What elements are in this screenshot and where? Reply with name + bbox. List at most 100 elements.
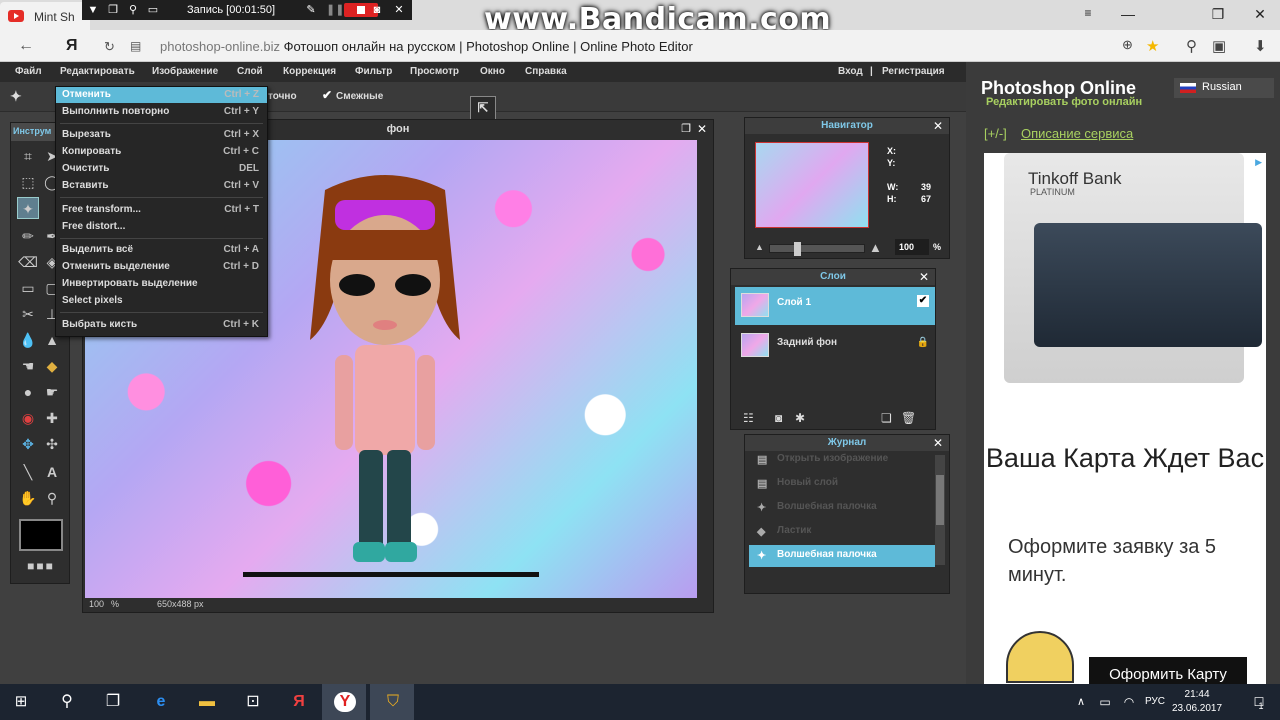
recorder-pause-icon[interactable]: ❚❚ (326, 3, 344, 17)
maximize-icon[interactable]: ❐ (1208, 6, 1228, 23)
recorder-menu-icon[interactable]: ▼ (86, 3, 100, 17)
register-link[interactable]: Регистрация (882, 66, 945, 77)
menu-item-invert-selection[interactable]: Инвертировать выделение (56, 276, 267, 292)
canvas-maximize-icon[interactable]: ❐ (681, 122, 691, 135)
advertisement[interactable]: Tinkoff Bank PLATINUM ▶ Ваша Карта Ждет … (984, 153, 1266, 693)
menu-item-free-distort[interactable]: Free distort... (56, 219, 267, 235)
gradient-tool-icon[interactable]: ▭ (17, 277, 39, 299)
search-icon[interactable]: ⚲ (1186, 37, 1197, 55)
layers-close-icon[interactable]: ✕ (919, 270, 929, 284)
zoom-tool-icon[interactable]: ⚲ (41, 487, 63, 509)
layer-effects-icon[interactable]: ✱ (795, 411, 805, 425)
yandex-icon[interactable]: Я (66, 37, 78, 55)
delete-layer-icon[interactable]: 🗑 (901, 411, 916, 425)
site-info-icon[interactable]: ▤ (130, 39, 141, 53)
keyboard-language[interactable]: РУС (1140, 692, 1170, 712)
blur-tool-icon[interactable]: 💧 (17, 329, 39, 351)
service-description-link[interactable]: Описание сервиса (1021, 126, 1133, 141)
wifi-icon[interactable]: ◠ (1118, 692, 1140, 712)
smudge-tool-icon[interactable]: ☚ (17, 355, 39, 377)
clock[interactable]: 21:44 23.06.2017 (1172, 688, 1222, 716)
tray-expand-icon[interactable]: ∧ (1070, 692, 1092, 712)
bandicam-app-slot[interactable]: ⛉ (370, 684, 414, 720)
menu-layer[interactable]: Слой (237, 66, 263, 77)
menu-item-copy[interactable]: Копировать Ctrl + C (56, 144, 267, 160)
grid-icon[interactable]: ■■■ (19, 555, 63, 577)
bloat-tool-icon[interactable]: ✥ (17, 433, 39, 455)
zoom-in-icon[interactable]: ▲ (869, 240, 882, 255)
burn-tool-icon[interactable]: ☛ (41, 381, 63, 403)
eraser-tool-icon[interactable]: ⌫ (17, 251, 39, 273)
navigator-thumbnail[interactable] (755, 142, 869, 228)
minimize-icon[interactable]: — (1118, 6, 1138, 22)
menu-item-free-transform[interactable]: Free transform... Ctrl + T (56, 202, 267, 218)
magic-wand-tool-icon[interactable]: ✦ (17, 197, 39, 219)
history-item[interactable]: ▤ Новый слой (749, 473, 935, 495)
service-toggle[interactable]: [+/-] (984, 126, 1007, 141)
language-select[interactable]: Russian (1174, 78, 1274, 98)
ad-info-icon[interactable]: ▶ (1255, 157, 1262, 168)
menu-item-choose-brush[interactable]: Выбрать кисть Ctrl + K (56, 317, 267, 333)
zoom-slider-thumb[interactable] (794, 242, 801, 256)
recorder-search-icon[interactable]: ⚲ (126, 3, 140, 17)
history-scrollbar-thumb[interactable] (936, 475, 944, 525)
search-icon[interactable]: ⚲ (56, 692, 78, 712)
refresh-icon[interactable]: ↻ (104, 39, 115, 55)
navigator-close-icon[interactable]: ✕ (933, 119, 943, 133)
windows-start-icon[interactable]: ⊞ (10, 692, 32, 712)
canvas-zoom[interactable]: 100 (89, 599, 104, 609)
menu-item-clear[interactable]: Очистить DEL (56, 161, 267, 177)
zoom-slider[interactable] (769, 242, 865, 256)
translate-icon[interactable]: ⊕ (1122, 37, 1133, 53)
menu-item-undo[interactable]: Отменить Ctrl + Z (56, 87, 267, 103)
pinch-tool-icon[interactable]: ✣ (41, 433, 63, 455)
download-icon[interactable]: ⬇ (1254, 37, 1267, 55)
active-app-slot[interactable]: Y (322, 684, 366, 720)
contiguous-checkbox[interactable]: ✔ (322, 88, 332, 102)
recorder-close-icon[interactable]: ✕ (392, 3, 406, 17)
layer-mask-icon[interactable]: ◙ (775, 411, 782, 425)
menu-item-select-pixels[interactable]: Select pixels (56, 293, 267, 309)
layer-visibility-checkbox[interactable]: ✔ (917, 295, 929, 307)
bookmark-star-icon[interactable]: ★ (1146, 37, 1159, 55)
marquee-tool-icon[interactable]: ⬚ (17, 171, 39, 193)
red-eye-tool-icon[interactable]: ◉ (17, 407, 39, 429)
edge-icon[interactable]: e (150, 692, 172, 712)
close-window-icon[interactable]: ✕ (1250, 6, 1270, 23)
history-item[interactable]: ◆ Ластик (749, 521, 935, 543)
navigator-zoom-input[interactable]: 100 (895, 239, 929, 255)
menu-adjustments[interactable]: Коррекция (283, 66, 336, 77)
menu-edit[interactable]: Редактировать (60, 66, 135, 77)
clone-tool-icon[interactable]: ✂ (17, 303, 39, 325)
history-item[interactable]: ✦ Волшебная палочка (749, 545, 935, 567)
menu-item-cut[interactable]: Вырезать Ctrl + X (56, 127, 267, 143)
menu-item-select-all[interactable]: Выделить всё Ctrl + A (56, 242, 267, 258)
menu-item-paste[interactable]: Вставить Ctrl + V (56, 178, 267, 194)
history-close-icon[interactable]: ✕ (933, 436, 943, 450)
color-swatch[interactable] (19, 519, 63, 551)
menu-help[interactable]: Справка (525, 66, 567, 77)
recorder-camera-icon[interactable]: ◙ (370, 3, 384, 17)
layer-item[interactable]: Слой 1 ✔ (735, 287, 935, 325)
menu-filter[interactable]: Фильтр (355, 66, 392, 77)
sponge-tool-icon[interactable]: ◆ (41, 355, 63, 377)
pencil-tool-icon[interactable]: ✏ (17, 225, 39, 247)
layer-item[interactable]: Задний фон 🔒 (735, 327, 935, 365)
hand-tool-icon[interactable]: ✋ (17, 487, 39, 509)
layer-settings-icon[interactable]: ☷ (743, 411, 754, 425)
recorder-pencil-icon[interactable]: ✎ (304, 3, 318, 17)
back-icon[interactable]: ← (18, 37, 34, 55)
browser-menu-icon[interactable]: ≡ (1078, 6, 1098, 20)
tray-app-icon[interactable]: ▭ (1094, 692, 1116, 712)
spot-heal-tool-icon[interactable]: ✚ (41, 407, 63, 429)
history-scrollbar[interactable] (935, 455, 945, 565)
tableau-icon[interactable]: ▣ (1212, 37, 1226, 55)
dodge-tool-icon[interactable]: ● (17, 381, 39, 403)
new-layer-icon[interactable]: ❏ (881, 411, 892, 425)
yandex-browser-icon[interactable]: Я (288, 692, 310, 712)
canvas-close-icon[interactable]: ✕ (697, 122, 707, 136)
crop-tool-icon[interactable]: ⌗ (17, 145, 39, 167)
browser-tab[interactable]: Mint Sh (0, 2, 90, 30)
zoom-out-icon[interactable]: ▲ (755, 242, 764, 252)
menu-image[interactable]: Изображение (152, 66, 218, 77)
